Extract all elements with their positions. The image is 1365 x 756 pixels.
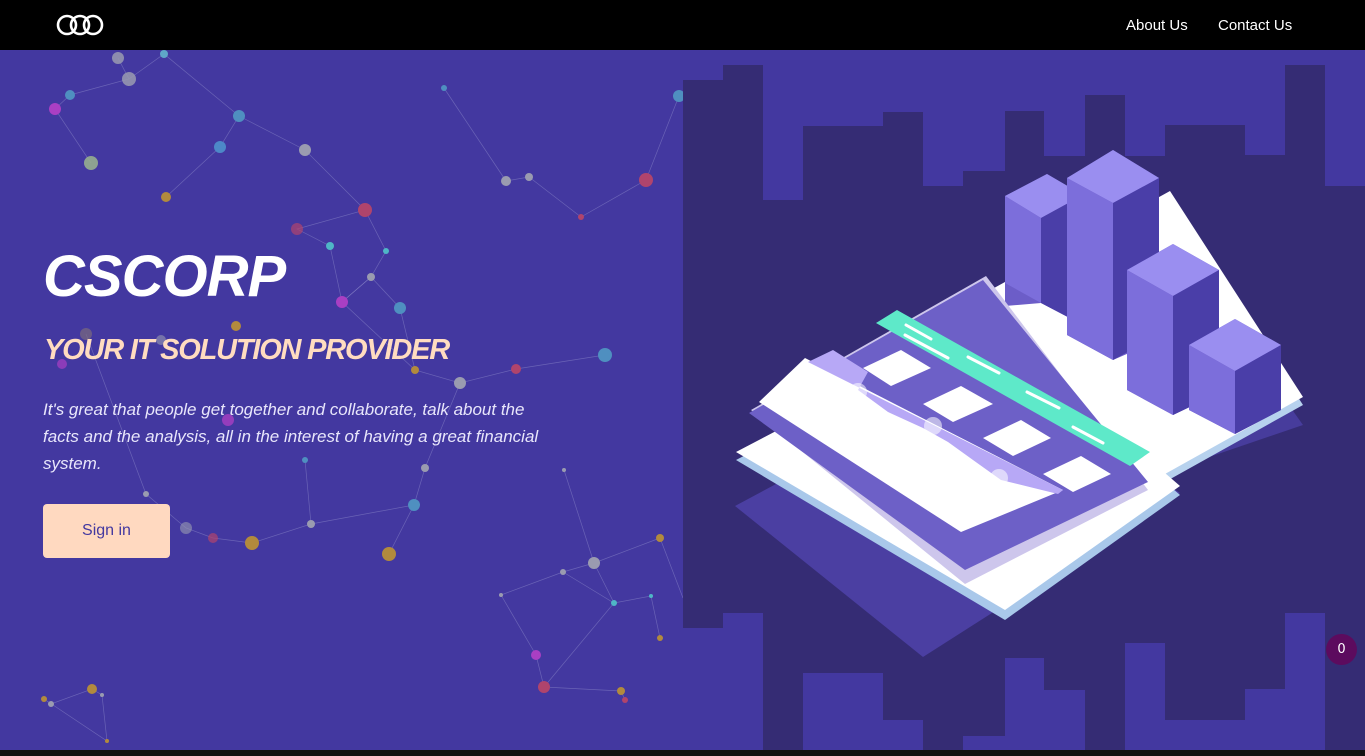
cscorp-logo-icon[interactable]: [56, 12, 104, 38]
sign-in-button[interactable]: Sign in: [43, 504, 170, 558]
nav-link-contact-us[interactable]: Contact Us: [1218, 0, 1292, 50]
hero-tagline: YOUR IT SOLUTION PROVIDER: [44, 334, 450, 366]
isometric-dashboard-illustration: [683, 65, 1365, 750]
nav-link-about-us[interactable]: About Us: [1126, 0, 1188, 50]
hero-section: CSCORP YOUR IT SOLUTION PROVIDER It's gr…: [0, 50, 1365, 750]
hero-description: It's great that people get together and …: [43, 400, 539, 473]
notification-badge[interactable]: 0: [1326, 634, 1357, 665]
top-navigation-bar: About Us Contact Us: [0, 0, 1365, 50]
page-bottom-border: [0, 750, 1365, 756]
brand-title: CSCORP: [43, 244, 286, 309]
